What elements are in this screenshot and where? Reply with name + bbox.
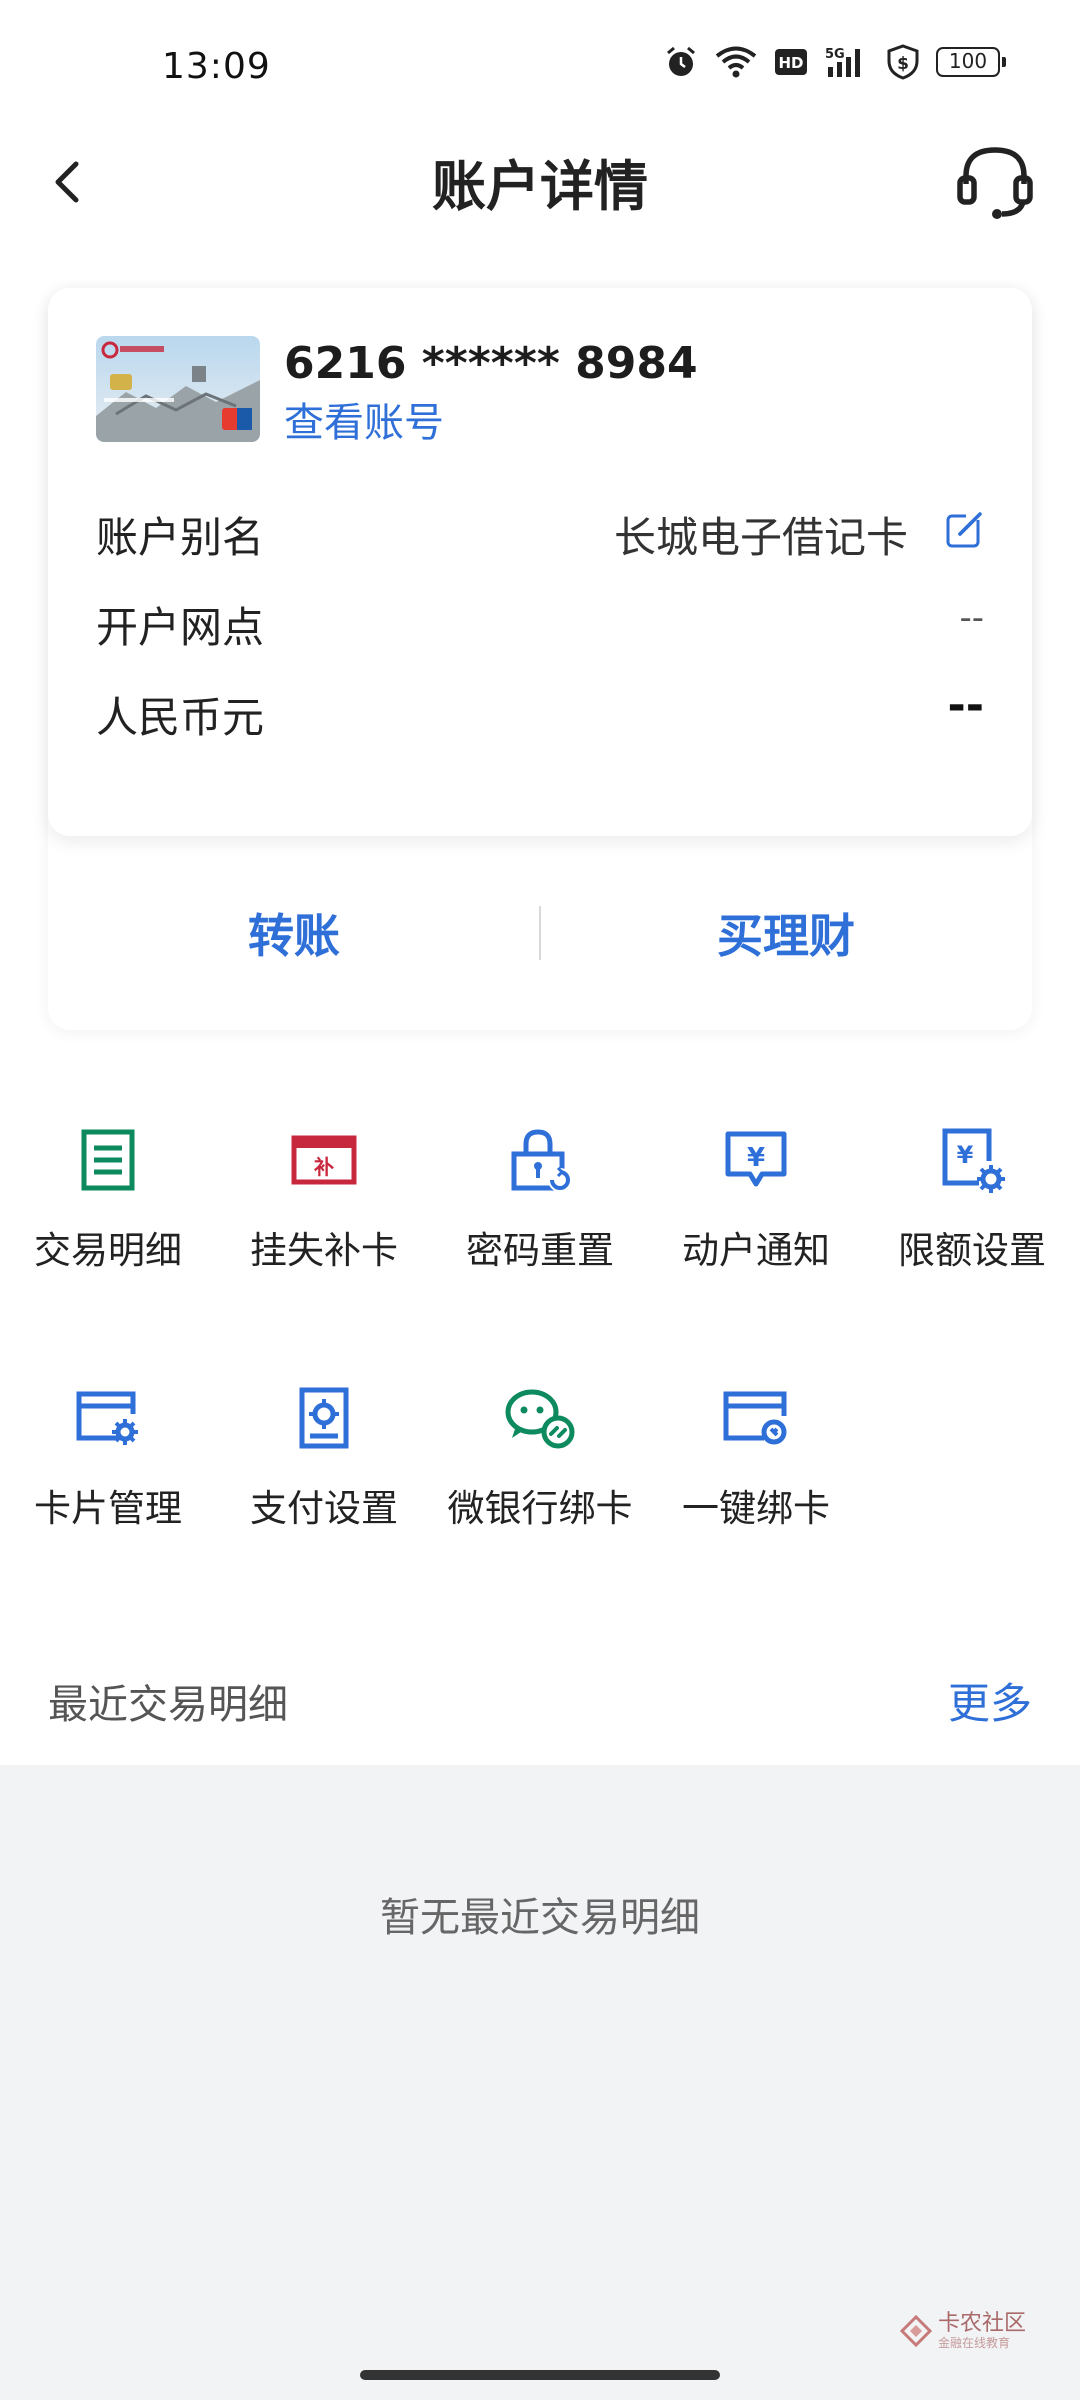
alarm-icon: [667, 46, 695, 76]
svg-text:5G: 5G: [825, 47, 845, 62]
empty-state-text: 暂无最近交易明细: [380, 1895, 700, 1941]
page-title: 账户详情: [432, 155, 648, 218]
account-notice-icon: ¥: [706, 1110, 806, 1210]
fn-label: 一键绑卡: [682, 1487, 830, 1530]
account-info-section: 6216 ****** 8984 查看账号 账户别名 长城电子借记卡 开户网点 …: [48, 288, 1032, 836]
recent-transactions-title: 最近交易明细: [48, 1682, 288, 1728]
one-click-bind-button[interactable]: 一键绑卡: [648, 1368, 864, 1548]
signal-5g-icon: 5G: [825, 47, 860, 77]
account-alias-label: 账户别名: [96, 513, 265, 562]
password-reset-button[interactable]: 密码重置: [432, 1110, 648, 1290]
buy-wealth-button[interactable]: 买理财: [540, 836, 1032, 1030]
account-alias-row: 账户别名 长城电子借记卡: [96, 494, 984, 564]
report-loss-icon: 补: [274, 1110, 374, 1210]
limit-setting-button[interactable]: ¥ 限额设置: [864, 1110, 1080, 1290]
password-reset-icon: [490, 1110, 590, 1210]
nav-bar: 账户详情: [0, 130, 1080, 240]
wechat-bind-button[interactable]: 微银行绑卡: [432, 1368, 648, 1548]
svg-text:补: 补: [313, 1155, 334, 1179]
watermark-logo-icon: [900, 2315, 932, 2347]
card-number: 6216 ****** 8984: [284, 338, 698, 389]
transfer-button[interactable]: 转账: [48, 836, 540, 1030]
wechat-bind-icon: [490, 1368, 590, 1468]
watermark-subtext: 金融在线教育: [938, 2336, 1011, 2350]
home-indicator[interactable]: [360, 2370, 720, 2380]
transaction-detail-button[interactable]: 交易明细: [0, 1110, 216, 1290]
status-time: 13:09: [162, 46, 271, 87]
rmb-balance-row: 人民币元 --: [96, 674, 984, 744]
recent-transactions-header: 最近交易明细 更多: [0, 1650, 1080, 1765]
account-notice-button[interactable]: ¥ 动户通知: [648, 1110, 864, 1290]
edit-icon[interactable]: [944, 510, 984, 550]
battery-indicator: 100: [936, 47, 1006, 77]
svg-text:$: $: [897, 54, 909, 74]
card-manage-button[interactable]: 卡片管理: [0, 1368, 216, 1548]
customer-service-button[interactable]: [950, 136, 1040, 226]
headset-icon: [957, 147, 1033, 219]
report-loss-button[interactable]: 补 挂失补卡: [216, 1110, 432, 1290]
account-alias-value: 长城电子借记卡: [613, 513, 908, 562]
status-icons: HD 5G $ 100: [664, 44, 1006, 80]
security-shield-icon: $: [887, 44, 919, 80]
wifi-icon: [715, 46, 757, 78]
limit-setting-icon: ¥: [922, 1110, 1022, 1210]
card-manage-icon: [58, 1368, 158, 1468]
fn-label: 限额设置: [898, 1229, 1046, 1272]
branch-label: 开户网点: [96, 603, 265, 652]
payment-setting-button[interactable]: 支付设置: [216, 1368, 432, 1548]
svg-text:¥: ¥: [957, 1141, 974, 1169]
branch-value: --: [959, 598, 984, 638]
svg-text:HD: HD: [778, 54, 803, 72]
transaction-list-icon: [58, 1110, 158, 1210]
bank-card-image: [96, 336, 260, 442]
view-account-link[interactable]: 查看账号: [284, 390, 444, 448]
one-click-bind-icon: [706, 1368, 806, 1468]
more-link[interactable]: 更多: [948, 1670, 1032, 1731]
hd-icon: HD: [775, 49, 807, 75]
watermark-text: 卡农社区: [938, 2311, 1027, 2336]
balance-value: --: [947, 680, 984, 731]
watermark: 卡农社区 金融在线教育: [900, 2312, 1026, 2350]
payment-setting-icon: [274, 1368, 374, 1468]
status-bar: 13:09 HD 5G $ 100: [0, 0, 1080, 130]
currency-label: 人民币元: [96, 693, 265, 742]
account-card-panel: 6216 ****** 8984 查看账号 账户别名 长城电子借记卡 开户网点 …: [48, 288, 1032, 1030]
svg-text:¥: ¥: [747, 1143, 765, 1173]
branch-row: 开户网点 --: [96, 584, 984, 654]
